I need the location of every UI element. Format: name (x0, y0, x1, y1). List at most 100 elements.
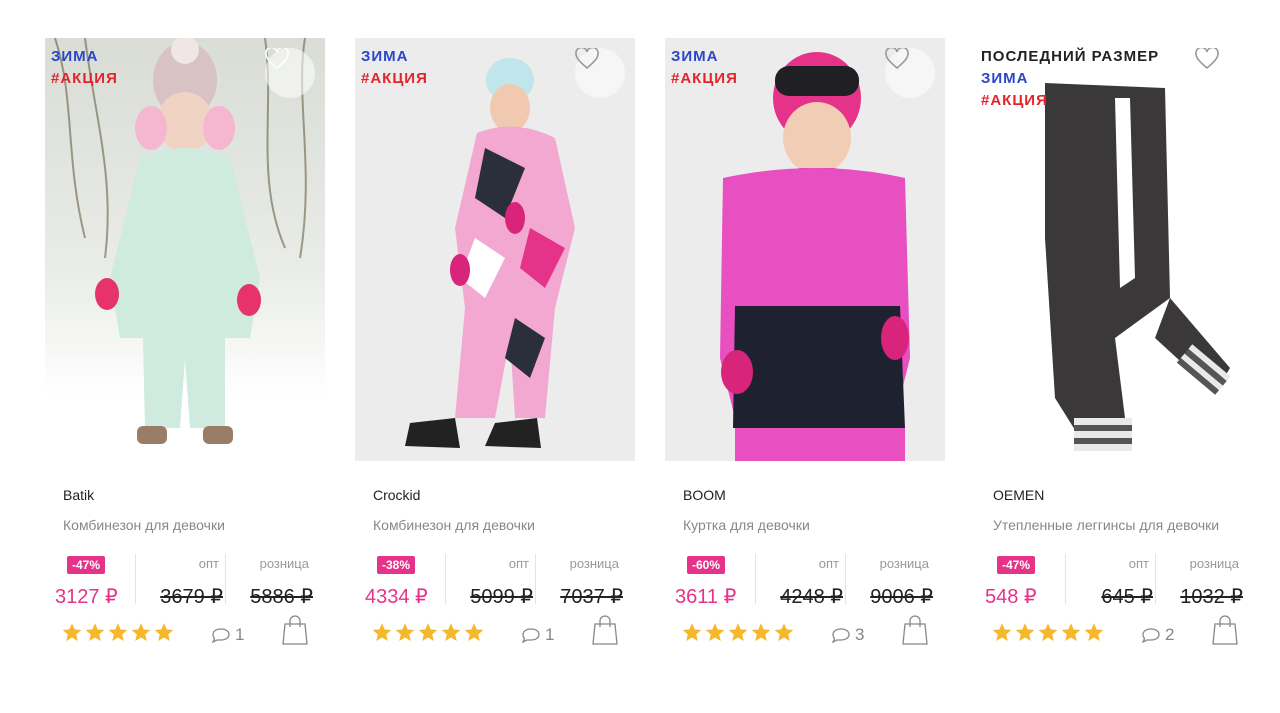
wholesale-price: 5099 ₽ (470, 586, 533, 608)
retail-label: розница (569, 556, 619, 571)
star-icon (441, 623, 461, 641)
wholesale-label: опт (1128, 556, 1149, 571)
retail-label: розница (879, 556, 929, 571)
wholesale-label: опт (508, 556, 529, 571)
heart-icon (1195, 48, 1219, 70)
star-icon (774, 623, 794, 641)
rating-stars (991, 621, 1106, 643)
add-to-cart-button[interactable] (591, 614, 619, 651)
comments-count: 3 (855, 625, 865, 644)
comments-link[interactable]: 2 (1141, 625, 1174, 645)
shopping-bag-icon (902, 615, 928, 645)
comments-count: 1 (235, 625, 245, 644)
current-price: 4334 ₽ (365, 586, 428, 608)
retail-price: 5886 ₽ (250, 586, 313, 608)
star-icon (728, 623, 748, 641)
product-brand[interactable]: OEMEN (993, 487, 1044, 503)
shopping-bag-icon (592, 615, 618, 645)
current-price: 548 ₽ (985, 586, 1037, 608)
heart-icon (885, 48, 909, 70)
speech-bubble-icon (521, 628, 540, 643)
season-badge: ЗИМА (981, 70, 1029, 87)
promo-badge: #АКЦИЯ (981, 92, 1048, 109)
favorite-button[interactable] (885, 48, 935, 98)
star-icon (62, 623, 82, 641)
product-badges: ЗИМА #АКЦИЯ (361, 46, 428, 90)
favorite-button[interactable] (265, 48, 315, 98)
star-icon (418, 623, 438, 641)
favorite-button[interactable] (1195, 48, 1245, 98)
star-icon (682, 623, 702, 641)
product-info: Crockid Комбинезон для девочки -38% 4334 … (355, 461, 635, 658)
promo-badge: #АКЦИЯ (671, 70, 738, 87)
retail-price: 1032 ₽ (1180, 586, 1243, 608)
product-name[interactable]: Куртка для девочки (683, 517, 810, 533)
product-badges: ЗИМА #АКЦИЯ (671, 46, 738, 90)
star-icon (992, 623, 1012, 641)
add-to-cart-button[interactable] (1211, 614, 1239, 651)
star-icon (154, 623, 174, 641)
product-card[interactable]: ЗИМА #АКЦИЯ BOOM Куртка для девочки -60%… (665, 38, 945, 658)
product-photo[interactable]: ПОСЛЕДНИЙ РАЗМЕР ЗИМА #АКЦИЯ (975, 38, 1255, 461)
wholesale-price: 4248 ₽ (780, 586, 843, 608)
rating-stars (61, 621, 176, 643)
product-card[interactable]: ЗИМА #АКЦИЯ Batik Комбинезон для девочки… (45, 38, 325, 658)
product-name[interactable]: Комбинезон для девочки (63, 517, 225, 533)
product-card[interactable]: ЗИМА #АКЦИЯ Crockid Комбинезон для девоч… (355, 38, 635, 658)
product-info: BOOM Куртка для девочки -60% 3611 ₽ опт 42… (665, 461, 945, 658)
star-icon (705, 623, 725, 641)
retail-price: 7037 ₽ (560, 586, 623, 608)
star-icon (751, 623, 771, 641)
star-icon (85, 623, 105, 641)
retail-label: розница (259, 556, 309, 571)
retail-price: 9006 ₽ (870, 586, 933, 608)
season-badge: ЗИМА (671, 48, 719, 65)
product-badges: ПОСЛЕДНИЙ РАЗМЕР ЗИМА #АКЦИЯ (981, 46, 1159, 112)
product-info: Batik Комбинезон для девочки -47% 3127 ₽ … (45, 461, 325, 658)
price-block: -60% 3611 ₽ опт 4248 ₽ розница 9006 ₽ (673, 554, 943, 608)
star-icon (131, 623, 151, 641)
product-photo[interactable]: ЗИМА #АКЦИЯ (355, 38, 635, 461)
star-icon (108, 623, 128, 641)
product-badges: ЗИМА #АКЦИЯ (51, 46, 118, 90)
star-icon (1061, 623, 1081, 641)
promo-badge: #АКЦИЯ (51, 70, 118, 87)
product-brand[interactable]: BOOM (683, 487, 726, 503)
wholesale-price: 645 ₽ (1101, 586, 1153, 608)
wholesale-label: опт (818, 556, 839, 571)
product-photo[interactable]: ЗИМА #АКЦИЯ (45, 38, 325, 461)
product-photo[interactable]: ЗИМА #АКЦИЯ (665, 38, 945, 461)
current-price: 3611 ₽ (675, 586, 737, 608)
wholesale-price: 3679 ₽ (160, 586, 223, 608)
rating-stars (371, 621, 486, 643)
product-brand[interactable]: Crockid (373, 487, 420, 503)
product-name[interactable]: Утепленные леггинсы для девочки (993, 517, 1219, 533)
speech-bubble-icon (1141, 628, 1160, 643)
comments-link[interactable]: 3 (831, 625, 864, 645)
favorite-button[interactable] (575, 48, 625, 98)
add-to-cart-button[interactable] (281, 614, 309, 651)
comments-link[interactable]: 1 (521, 625, 554, 645)
product-card[interactable]: ПОСЛЕДНИЙ РАЗМЕР ЗИМА #АКЦИЯ OEMEN Утепл… (975, 38, 1255, 658)
shopping-bag-icon (282, 615, 308, 645)
comments-count: 2 (1165, 625, 1175, 644)
comments-count: 1 (545, 625, 555, 644)
comments-link[interactable]: 1 (211, 625, 244, 645)
speech-bubble-icon (211, 628, 230, 643)
product-brand[interactable]: Batik (63, 487, 94, 503)
product-info: OEMEN Утепленные леггинсы для девочки -4… (975, 461, 1255, 658)
star-icon (1038, 623, 1058, 641)
add-to-cart-button[interactable] (901, 614, 929, 651)
product-name[interactable]: Комбинезон для девочки (373, 517, 535, 533)
speech-bubble-icon (831, 628, 850, 643)
price-block: -38% 4334 ₽ опт 5099 ₽ розница 7037 ₽ (363, 554, 633, 608)
discount-badge: -38% (377, 556, 416, 574)
last-size-badge: ПОСЛЕДНИЙ РАЗМЕР (981, 48, 1160, 65)
star-icon (395, 623, 415, 641)
price-block: -47% 548 ₽ опт 645 ₽ розница 1032 ₽ (983, 554, 1253, 608)
discount-badge: -47% (67, 556, 106, 574)
retail-label: розница (1189, 556, 1239, 571)
price-block: -47% 3127 ₽ опт 3679 ₽ розница 5886 ₽ (53, 554, 323, 608)
promo-badge: #АКЦИЯ (361, 70, 428, 87)
wholesale-label: опт (198, 556, 219, 571)
